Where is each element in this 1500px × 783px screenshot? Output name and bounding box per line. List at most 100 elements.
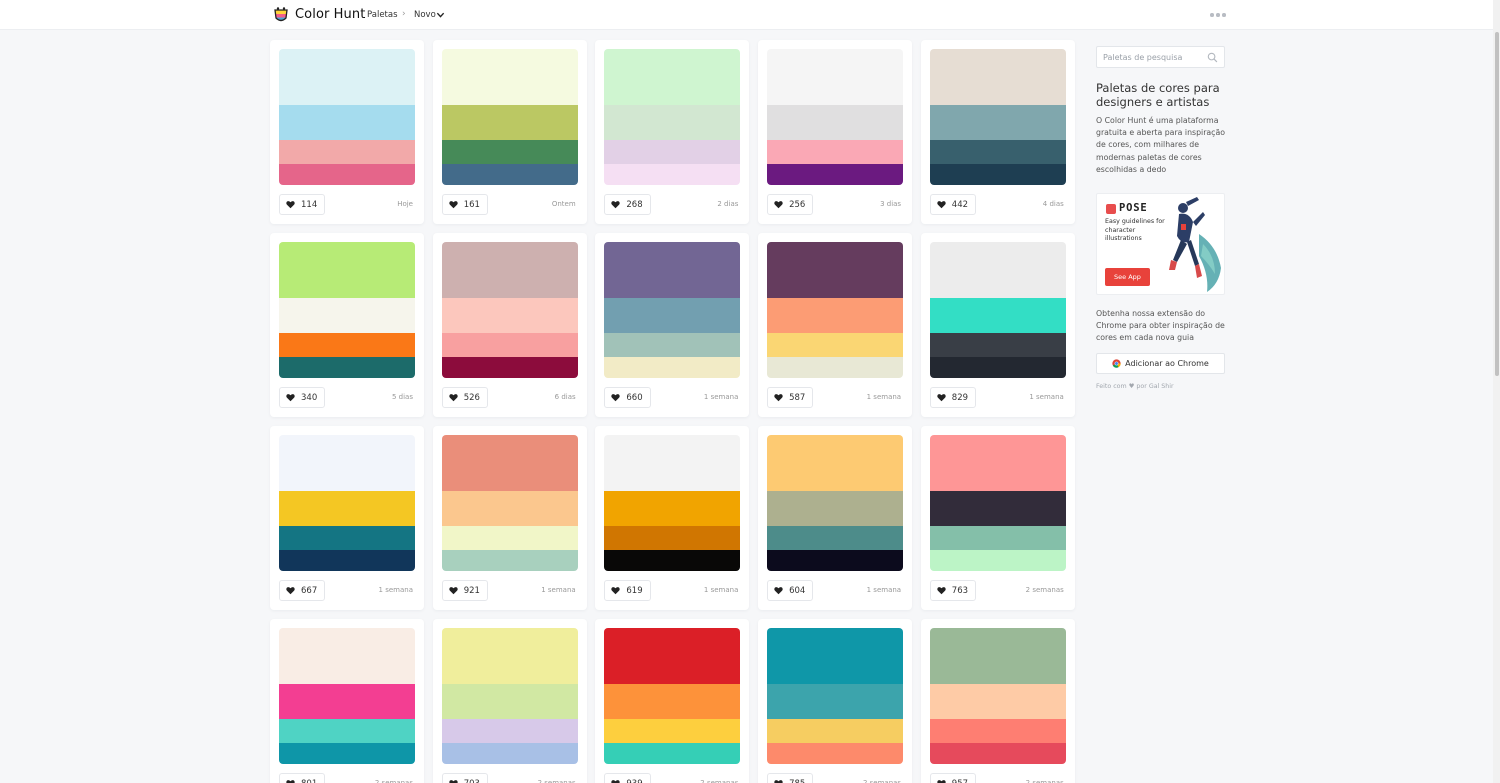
color-swatch[interactable] bbox=[279, 719, 415, 743]
like-button[interactable]: 268 bbox=[604, 194, 651, 215]
color-swatch[interactable] bbox=[767, 357, 904, 378]
color-swatch[interactable] bbox=[604, 357, 741, 378]
like-button[interactable]: 921 bbox=[441, 580, 488, 601]
palette-card[interactable]: 619 1 semana bbox=[595, 426, 750, 610]
color-swatch[interactable] bbox=[279, 333, 415, 357]
palette-swatches[interactable] bbox=[441, 628, 578, 764]
like-button[interactable]: 340 bbox=[279, 387, 326, 408]
palette-card[interactable]: 340 5 dias bbox=[270, 233, 424, 417]
color-swatch[interactable] bbox=[441, 628, 578, 684]
color-swatch[interactable] bbox=[604, 140, 741, 164]
like-button[interactable]: 939 bbox=[604, 773, 651, 783]
add-to-chrome-button[interactable]: Adicionar ao Chrome bbox=[1096, 353, 1225, 374]
palette-card[interactable]: 785 2 semanas bbox=[758, 619, 913, 783]
color-swatch[interactable] bbox=[929, 242, 1066, 298]
color-swatch[interactable] bbox=[604, 526, 741, 550]
color-swatch[interactable] bbox=[604, 743, 741, 764]
more-dots-icon[interactable] bbox=[1210, 13, 1226, 17]
color-swatch[interactable] bbox=[441, 491, 578, 526]
color-swatch[interactable] bbox=[604, 105, 741, 140]
search-input[interactable] bbox=[1103, 51, 1207, 64]
breadcrumb-palettes[interactable]: Paletas bbox=[367, 10, 398, 20]
color-swatch[interactable] bbox=[604, 491, 741, 526]
color-swatch[interactable] bbox=[279, 357, 415, 378]
color-swatch[interactable] bbox=[604, 333, 741, 357]
color-hunt-logo-icon[interactable] bbox=[272, 6, 290, 24]
like-button[interactable]: 829 bbox=[929, 387, 977, 408]
color-swatch[interactable] bbox=[767, 684, 904, 719]
like-button[interactable]: 161 bbox=[441, 194, 488, 215]
like-button[interactable]: 526 bbox=[441, 387, 488, 408]
color-swatch[interactable] bbox=[604, 684, 741, 719]
color-swatch[interactable] bbox=[441, 550, 578, 571]
like-button[interactable]: 785 bbox=[767, 773, 814, 783]
palette-swatches[interactable] bbox=[279, 435, 415, 571]
color-swatch[interactable] bbox=[929, 491, 1066, 526]
color-swatch[interactable] bbox=[604, 242, 741, 298]
palette-swatches[interactable] bbox=[279, 242, 415, 378]
palette-swatches[interactable] bbox=[604, 242, 741, 378]
color-swatch[interactable] bbox=[767, 105, 904, 140]
color-swatch[interactable] bbox=[279, 435, 415, 491]
color-swatch[interactable] bbox=[767, 550, 904, 571]
see-app-button[interactable]: See App bbox=[1105, 268, 1150, 286]
search-icon[interactable] bbox=[1207, 52, 1218, 63]
palette-card[interactable]: 667 1 semana bbox=[270, 426, 424, 610]
palette-swatches[interactable] bbox=[929, 49, 1066, 185]
color-swatch[interactable] bbox=[441, 49, 578, 105]
color-swatch[interactable] bbox=[279, 242, 415, 298]
color-swatch[interactable] bbox=[441, 526, 578, 550]
color-swatch[interactable] bbox=[929, 357, 1066, 378]
like-button[interactable]: 442 bbox=[929, 194, 977, 215]
color-swatch[interactable] bbox=[604, 49, 741, 105]
color-swatch[interactable] bbox=[767, 333, 904, 357]
color-swatch[interactable] bbox=[767, 743, 904, 764]
palette-card[interactable]: 161 Ontem bbox=[432, 40, 587, 224]
palette-card[interactable]: 829 1 semana bbox=[920, 233, 1075, 417]
like-button[interactable]: 667 bbox=[279, 580, 326, 601]
palette-swatches[interactable] bbox=[767, 628, 904, 764]
color-swatch[interactable] bbox=[767, 435, 904, 491]
brand-name[interactable]: Color Hunt bbox=[295, 7, 365, 22]
color-swatch[interactable] bbox=[441, 242, 578, 298]
color-swatch[interactable] bbox=[604, 298, 741, 333]
color-swatch[interactable] bbox=[929, 526, 1066, 550]
color-swatch[interactable] bbox=[929, 435, 1066, 491]
color-swatch[interactable] bbox=[767, 628, 904, 684]
color-swatch[interactable] bbox=[929, 628, 1066, 684]
color-swatch[interactable] bbox=[279, 49, 415, 105]
palette-card[interactable]: 763 2 semanas bbox=[920, 426, 1075, 610]
palette-card[interactable]: 114 Hoje bbox=[270, 40, 424, 224]
color-swatch[interactable] bbox=[279, 164, 415, 185]
palette-swatches[interactable] bbox=[441, 49, 578, 185]
palette-card[interactable]: 921 1 semana bbox=[432, 426, 587, 610]
like-button[interactable]: 619 bbox=[604, 580, 651, 601]
color-swatch[interactable] bbox=[279, 628, 415, 684]
color-swatch[interactable] bbox=[767, 140, 904, 164]
color-swatch[interactable] bbox=[767, 298, 904, 333]
color-swatch[interactable] bbox=[929, 719, 1066, 743]
color-swatch[interactable] bbox=[441, 298, 578, 333]
palette-swatches[interactable] bbox=[279, 628, 415, 764]
like-button[interactable]: 114 bbox=[279, 194, 326, 215]
color-swatch[interactable] bbox=[929, 684, 1066, 719]
palette-swatches[interactable] bbox=[441, 242, 578, 378]
color-swatch[interactable] bbox=[441, 357, 578, 378]
color-swatch[interactable] bbox=[279, 743, 415, 764]
palette-swatches[interactable] bbox=[767, 435, 904, 571]
add-to-chrome-label[interactable]: Adicionar ao Chrome bbox=[1125, 359, 1209, 368]
palette-card[interactable]: 587 1 semana bbox=[758, 233, 913, 417]
palette-swatches[interactable] bbox=[441, 435, 578, 571]
palette-swatches[interactable] bbox=[767, 242, 904, 378]
color-swatch[interactable] bbox=[767, 526, 904, 550]
palette-swatches[interactable] bbox=[604, 628, 741, 764]
color-swatch[interactable] bbox=[929, 164, 1066, 185]
color-swatch[interactable] bbox=[929, 550, 1066, 571]
scrollbar-thumb[interactable] bbox=[1495, 32, 1499, 376]
color-swatch[interactable] bbox=[441, 719, 578, 743]
palette-card[interactable]: 604 1 semana bbox=[758, 426, 913, 610]
color-swatch[interactable] bbox=[279, 526, 415, 550]
palette-swatches[interactable] bbox=[604, 435, 741, 571]
palette-card[interactable]: 801 2 semanas bbox=[270, 619, 424, 783]
palette-swatches[interactable] bbox=[929, 435, 1066, 571]
